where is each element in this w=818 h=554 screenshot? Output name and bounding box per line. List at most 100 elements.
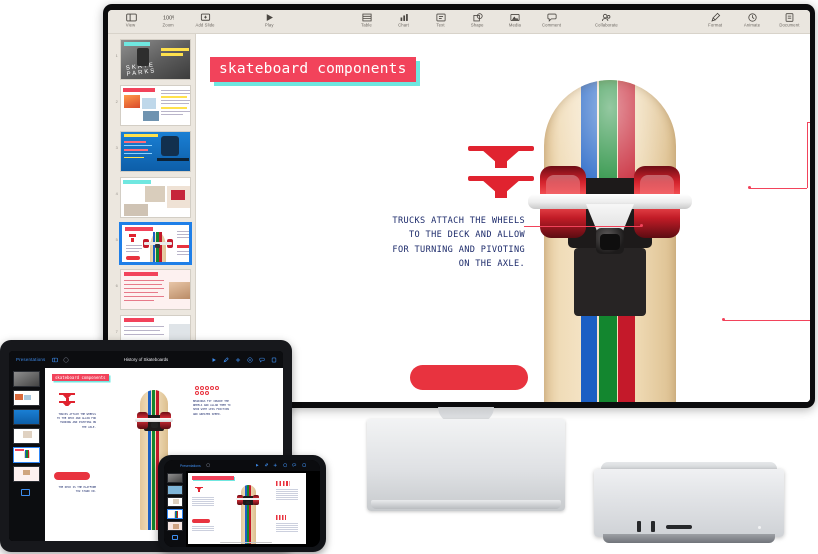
add-slide-icon[interactable]	[172, 535, 178, 540]
toolbar-chart-button[interactable]: Chart	[391, 12, 417, 29]
toolbar-chart-label: Chart	[398, 22, 409, 29]
iphone-bearings-annotation	[276, 489, 298, 501]
toolbar-comment-label: Comment	[541, 22, 562, 29]
list-item[interactable]	[167, 485, 183, 495]
list-item[interactable]: 3	[114, 131, 191, 172]
ipad-toolbar-actions	[211, 356, 277, 363]
slide-thumbnail-6[interactable]	[119, 269, 191, 310]
toolbar-table-button[interactable]: Table	[354, 12, 380, 29]
list-item-selected[interactable]	[13, 447, 40, 463]
collaborate-icon	[601, 12, 612, 23]
list-item[interactable]: 2	[114, 85, 191, 126]
leader-dot-bearings	[748, 186, 751, 189]
svg-text:100%: 100%	[163, 16, 174, 22]
axle-nut	[600, 234, 620, 250]
toolbar-text-button[interactable]: Text	[428, 12, 454, 28]
media-icon[interactable]	[283, 463, 287, 468]
view-sidebar-icon[interactable]	[52, 357, 59, 363]
ipad-bearings-icon	[195, 386, 219, 395]
ipad-toolbar: Presentations History of Skateboards	[9, 351, 283, 368]
toolbar-media-button[interactable]: Media	[502, 12, 528, 28]
list-item[interactable]: 1 SKATE PARKS	[114, 39, 191, 80]
slide-thumbnail-3[interactable]	[119, 131, 191, 172]
play-icon[interactable]	[211, 357, 217, 363]
thumb-art	[121, 225, 189, 262]
slide-thumbnail-2[interactable]	[119, 85, 191, 126]
display-stand	[367, 407, 565, 522]
list-item[interactable]	[167, 473, 183, 483]
stand-foot	[371, 500, 561, 509]
iphone: Presentations	[158, 455, 326, 552]
view-sidebar-icon	[125, 12, 137, 23]
slide-number: 5	[115, 237, 118, 243]
list-item[interactable]	[13, 466, 40, 482]
list-item[interactable]: 6	[114, 269, 191, 310]
toolbar-collaborate-button[interactable]: Collaborate	[593, 12, 619, 28]
trucks-annotation[interactable]: TRUCKS ATTACH THE WHEELS TO THE DECK AND…	[392, 214, 525, 271]
toolbar-animate-button[interactable]: Animate	[739, 12, 765, 29]
list-item[interactable]: 4	[114, 177, 191, 218]
toolbar-shape-button[interactable]: Shape	[465, 12, 491, 28]
iphone-trucks-icon	[195, 487, 203, 494]
iphone-toolbar-actions	[255, 463, 306, 468]
toolbar-zoom-button[interactable]: 100% Zoom	[155, 12, 181, 29]
list-item[interactable]	[13, 409, 40, 425]
play-icon	[264, 12, 275, 23]
format-brush-icon[interactable]	[223, 356, 229, 363]
toolbar-zoom-label: Zoom	[162, 22, 174, 29]
toolbar-document-button[interactable]: Document	[776, 12, 802, 29]
document-icon[interactable]	[271, 357, 277, 363]
toolbar-play-button[interactable]: Play	[256, 12, 282, 28]
list-item[interactable]	[13, 428, 40, 444]
add-icon[interactable]	[235, 357, 241, 363]
iphone-slide-title	[192, 476, 234, 480]
slide-thumbnail-1[interactable]: SKATE PARKS	[119, 39, 191, 80]
iphone-slide-navigator[interactable]	[164, 471, 186, 547]
page-title[interactable]: skateboard components	[210, 57, 416, 82]
list-item-selected[interactable]	[167, 509, 183, 519]
slide-thumbnail-5-selected[interactable]	[119, 223, 191, 264]
iphone-slide-canvas[interactable]	[188, 473, 306, 544]
toolbar-format-button[interactable]: Format	[702, 12, 728, 29]
sd-card-slot	[666, 525, 692, 529]
add-icon[interactable]	[273, 463, 278, 468]
list-item[interactable]	[13, 371, 40, 387]
truck-baseplate-bottom	[574, 248, 646, 316]
ipad-slide-navigator[interactable]	[9, 368, 45, 541]
skateboard-image[interactable]	[496, 80, 724, 402]
iphone-bolts-icon	[276, 515, 286, 520]
list-item[interactable]	[167, 521, 183, 531]
zoom-percent-icon[interactable]	[63, 356, 69, 363]
add-slide-icon[interactable]	[21, 489, 30, 496]
format-brush-icon[interactable]	[264, 463, 269, 467]
ipad-deck-annotation: THE DECK IS THE PLATFORM YOU STAND ON.	[58, 486, 96, 494]
toolbar-animate-label: Animate	[743, 22, 761, 29]
zoom-percent-icon[interactable]	[206, 463, 210, 468]
document-icon[interactable]	[302, 463, 306, 468]
iphone-back-button[interactable]: Presentations	[180, 464, 201, 468]
comment-icon[interactable]	[259, 357, 265, 363]
slide-thumbnail-4[interactable]	[119, 177, 191, 218]
toolbar-format-label: Format	[707, 22, 723, 29]
toolbar-document-label: Document	[778, 22, 800, 29]
mac-studio-base	[603, 534, 775, 543]
list-item[interactable]: 5	[114, 223, 191, 264]
toolbar-view-button[interactable]: View	[118, 12, 144, 28]
toolbar-add-slide-button[interactable]: Add Slide	[192, 12, 218, 28]
list-item[interactable]	[167, 497, 183, 507]
thumb-art	[120, 178, 190, 217]
slide-number: 3	[115, 145, 118, 151]
media-icon[interactable]	[247, 356, 253, 363]
comment-icon[interactable]	[292, 463, 297, 468]
media-icon	[509, 12, 520, 23]
ipad-back-button[interactable]: Presentations	[16, 357, 45, 362]
leader-line-screws	[723, 320, 810, 321]
ipad-deck-pill-icon	[54, 472, 90, 480]
play-icon[interactable]	[255, 463, 259, 467]
list-item[interactable]	[13, 390, 40, 406]
iphone-toolbar: Presentations	[164, 460, 320, 471]
toolbar-comment-button[interactable]: Comment	[539, 12, 565, 29]
toolbar-table-label: Table	[361, 22, 372, 29]
thumb-art: SKATE PARKS	[120, 40, 190, 79]
leader-dot-screws	[722, 318, 725, 321]
